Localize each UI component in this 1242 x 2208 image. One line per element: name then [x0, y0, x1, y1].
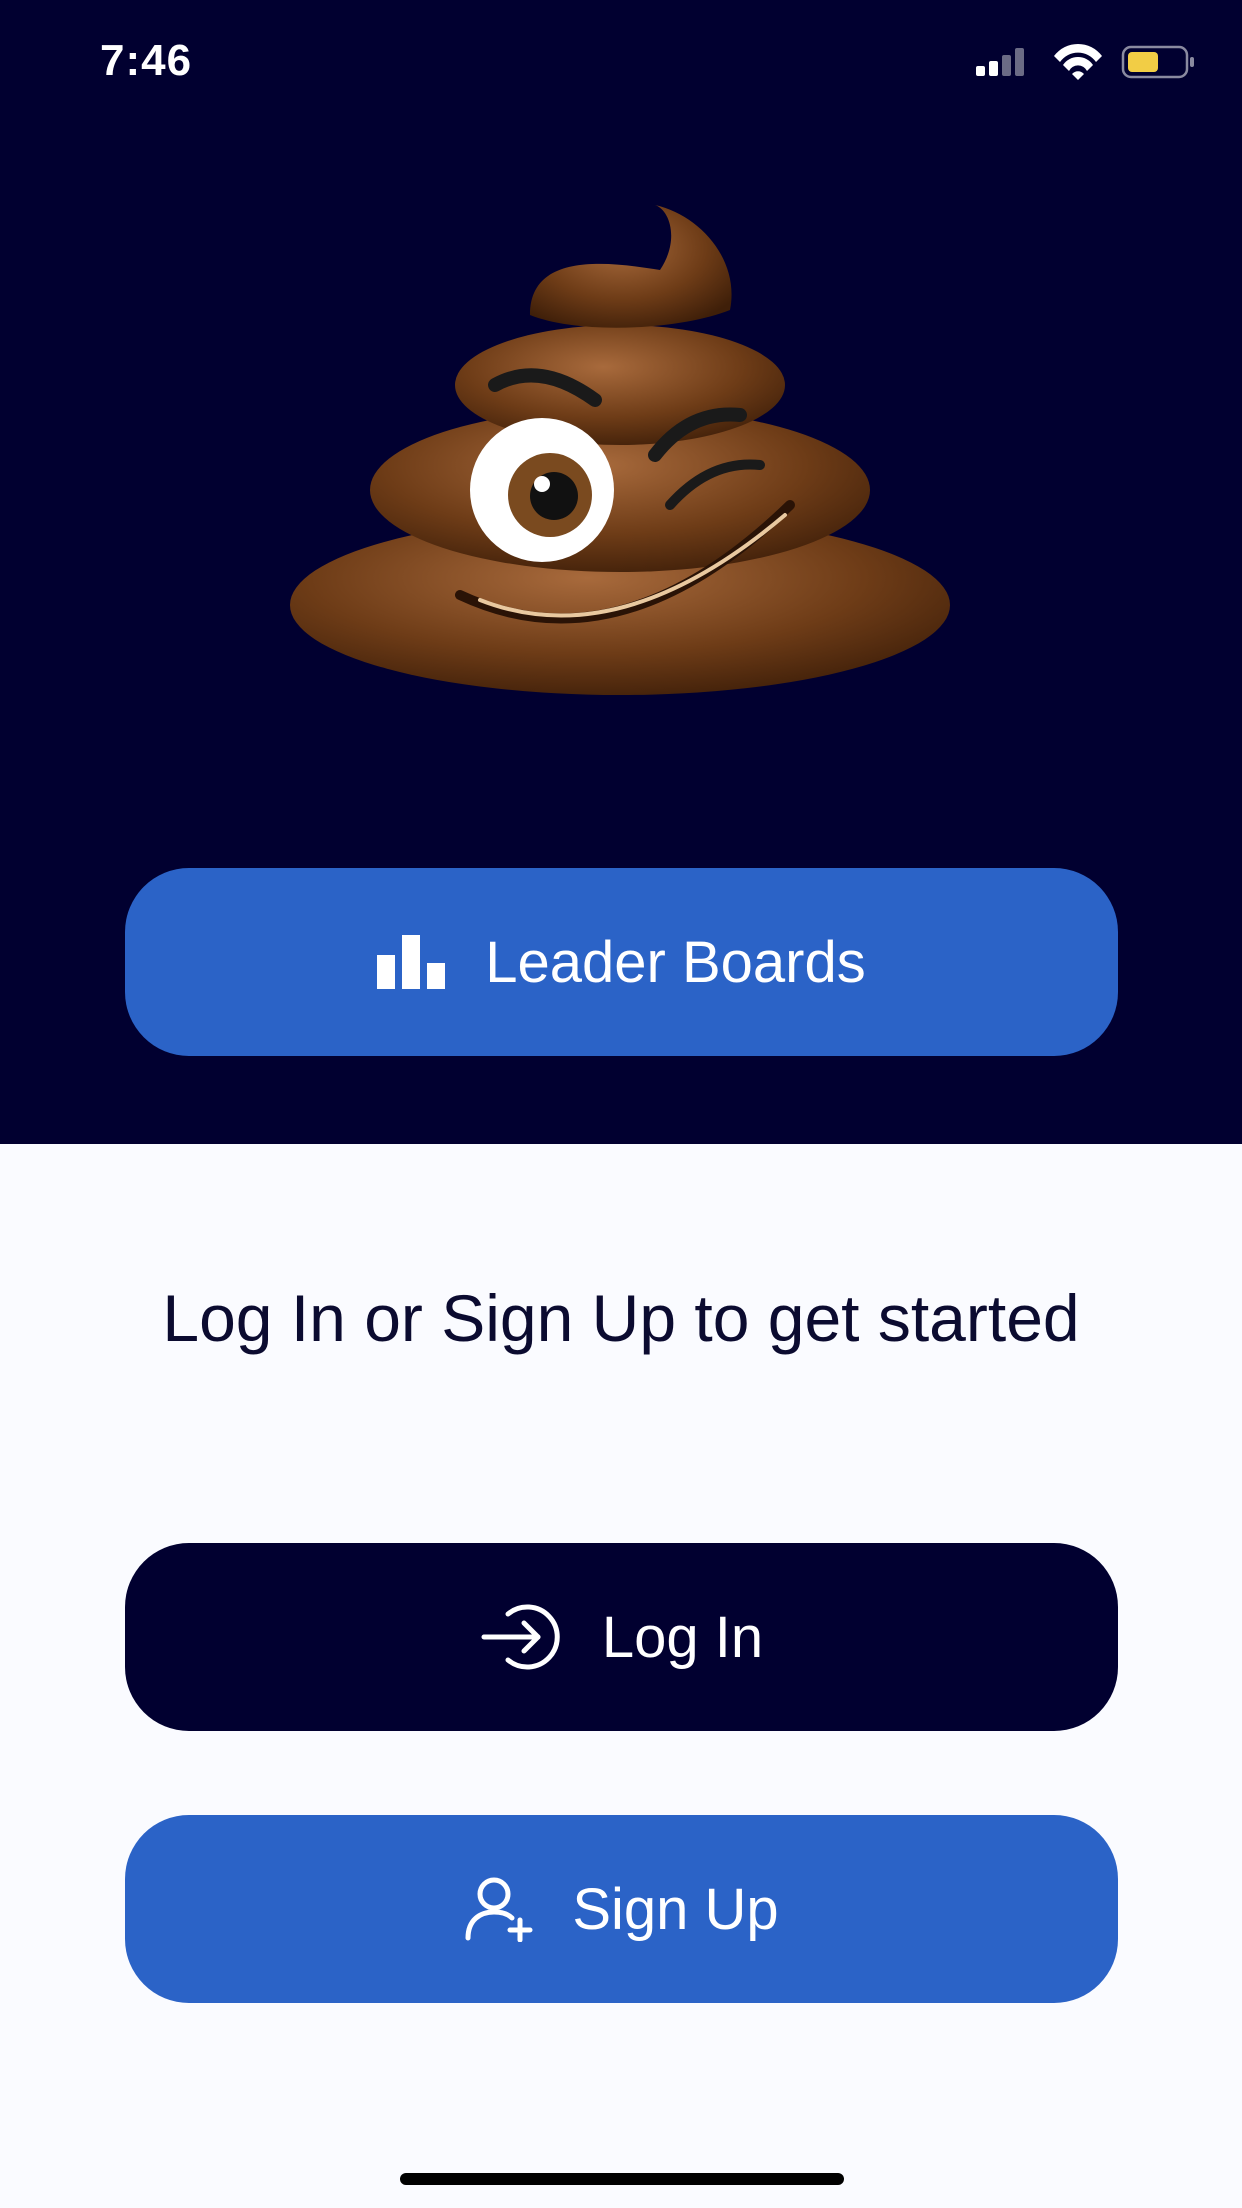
wifi-icon: [1054, 43, 1102, 80]
bar-chart-icon: [377, 935, 447, 989]
sign-up-label: Sign Up: [572, 1876, 779, 1942]
battery-icon: [1121, 45, 1194, 79]
home-indicator[interactable]: [400, 2173, 844, 2185]
winking-poop-emoji: [290, 205, 950, 695]
cellular-signal-icon: [976, 48, 1024, 76]
login-arrow-icon: [480, 1602, 564, 1672]
add-user-icon: [464, 1876, 534, 1942]
status-time: 7:46: [100, 36, 193, 85]
log-in-button[interactable]: Log In: [125, 1543, 1118, 1731]
log-in-label: Log In: [601, 1604, 764, 1670]
status-icons: [976, 43, 1194, 80]
status-bar: 7:46: [0, 0, 1242, 130]
hero-section: 7:46 Leader Boards: [0, 0, 1242, 1144]
leader-boards-label: Leader Boards: [485, 929, 866, 995]
sign-up-button[interactable]: Sign Up: [125, 1815, 1118, 2003]
leader-boards-button[interactable]: Leader Boards: [125, 868, 1118, 1056]
get-started-prompt: Log In or Sign Up to get started: [162, 1281, 1080, 1355]
